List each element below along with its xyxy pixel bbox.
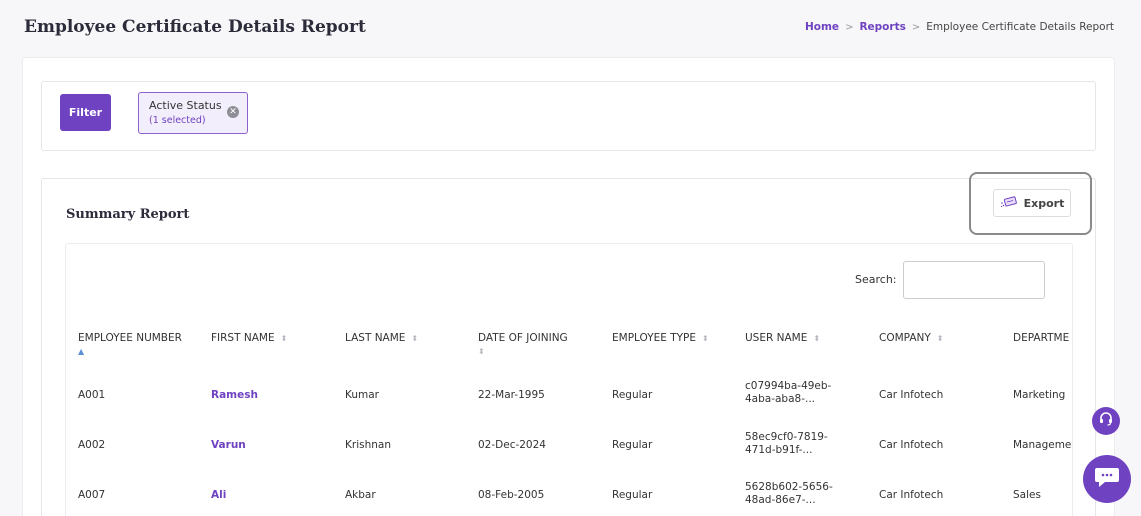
export-label: Export (1023, 196, 1065, 210)
user-name-line: 48ad-86e7-... (745, 494, 816, 506)
cell-date-of-joining: 22-Mar-1995 (478, 389, 545, 401)
column-header-label: EMPLOYEE TYPE (612, 332, 697, 344)
user-name-line: 471d-b91f-... (745, 444, 813, 456)
chip-title: Active Status (149, 99, 222, 112)
cell-employee-number: A007 (78, 489, 106, 501)
active-status-filter-chip[interactable]: Active Status (1 selected) ✕ (138, 92, 248, 134)
cell-department: Marketing (1013, 389, 1066, 401)
summary-report-title: Summary Report (66, 207, 190, 222)
export-button[interactable]: Export (993, 189, 1071, 217)
cell-employee-number: A002 (78, 439, 106, 451)
cell-employee-number: A001 (78, 389, 106, 401)
cell-department: Sales (1013, 489, 1041, 501)
page-title: Employee Certificate Details Report (24, 17, 366, 37)
breadcrumb-separator: > (845, 21, 854, 33)
cell-employee-type: Regular (612, 439, 653, 451)
filter-button[interactable]: Filter (60, 94, 111, 131)
help-support-button[interactable] (1092, 407, 1120, 435)
column-header-date-of-joining[interactable]: DATE OF JOINING ⬍ (478, 331, 568, 359)
column-header-employee-number[interactable]: EMPLOYEE NUMBER ▲ (78, 331, 182, 359)
x-circle-icon[interactable]: ✕ (227, 106, 239, 118)
column-header-label: FIRST NAME (211, 332, 275, 344)
column-header-label: COMPANY (879, 332, 931, 344)
column-header-label: DEPARTME (1013, 332, 1070, 344)
cell-company: Car Infotech (879, 489, 944, 501)
sort-icon: ⬍ (411, 334, 419, 343)
user-name-line: 58ec9cf0-7819- (745, 431, 828, 443)
breadcrumb-current: Employee Certificate Details Report (926, 21, 1114, 33)
column-header-last-name[interactable]: LAST NAME ⬍ (345, 331, 418, 346)
export-icon (1000, 195, 1018, 211)
cell-user-name: c07994ba-49eb- 4aba-aba8-... (745, 380, 831, 406)
breadcrumb-home-link[interactable]: Home (805, 21, 839, 33)
column-header-label: EMPLOYEE NUMBER (78, 332, 182, 344)
cell-first-name-link[interactable]: Varun (211, 439, 246, 452)
breadcrumb: Home > Reports > Employee Certificate De… (805, 21, 1114, 33)
user-name-line: 5628b602-5656- (745, 481, 833, 493)
cell-last-name: Krishnan (345, 439, 391, 451)
cell-first-name-link[interactable]: Ali (211, 489, 226, 502)
sort-icon: ⬍ (478, 347, 485, 356)
cell-last-name: Kumar (345, 389, 379, 401)
column-header-label: LAST NAME (345, 332, 406, 344)
column-header-company[interactable]: COMPANY ⬍ (879, 331, 943, 346)
column-header-employee-type[interactable]: EMPLOYEE TYPE ⬍ (612, 331, 709, 346)
cell-company: Car Infotech (879, 439, 944, 451)
column-header-label: DATE OF JOINING (478, 332, 568, 344)
sort-icon: ⬍ (280, 334, 288, 343)
cell-date-of-joining: 08-Feb-2005 (478, 489, 545, 501)
sort-icon: ▲ (78, 347, 85, 356)
sort-icon: ⬍ (936, 334, 944, 343)
sort-icon: ⬍ (702, 334, 709, 343)
sort-icon: ⬍ (813, 334, 821, 343)
breadcrumb-separator: > (911, 21, 921, 33)
search-label: Search: (855, 273, 897, 286)
column-header-first-name[interactable]: FIRST NAME ⬍ (211, 331, 287, 346)
search-input[interactable] (903, 261, 1045, 299)
column-header-label: USER NAME (745, 332, 808, 344)
user-name-line: 4aba-aba8-... (745, 393, 816, 405)
chip-selected-count: (1 selected) (149, 115, 206, 126)
cell-employee-type: Regular (612, 389, 653, 401)
headset-icon (1098, 411, 1114, 431)
cell-user-name: 58ec9cf0-7819- 471d-b91f-... (745, 431, 828, 457)
cell-department: Manageme (1013, 439, 1072, 451)
chat-button[interactable] (1083, 455, 1131, 503)
column-header-department[interactable]: DEPARTME (1013, 331, 1069, 345)
cell-employee-type: Regular (612, 489, 653, 501)
user-name-line: c07994ba-49eb- (745, 380, 832, 392)
cell-date-of-joining: 02-Dec-2024 (478, 439, 546, 451)
column-header-user-name[interactable]: USER NAME ⬍ (745, 331, 820, 346)
breadcrumb-reports-link[interactable]: Reports (859, 21, 905, 33)
cell-last-name: Akbar (345, 489, 376, 501)
cell-company: Car Infotech (879, 389, 944, 401)
cell-user-name: 5628b602-5656- 48ad-86e7-... (745, 481, 833, 507)
chat-icon (1094, 465, 1120, 493)
cell-first-name-link[interactable]: Ramesh (211, 389, 258, 402)
